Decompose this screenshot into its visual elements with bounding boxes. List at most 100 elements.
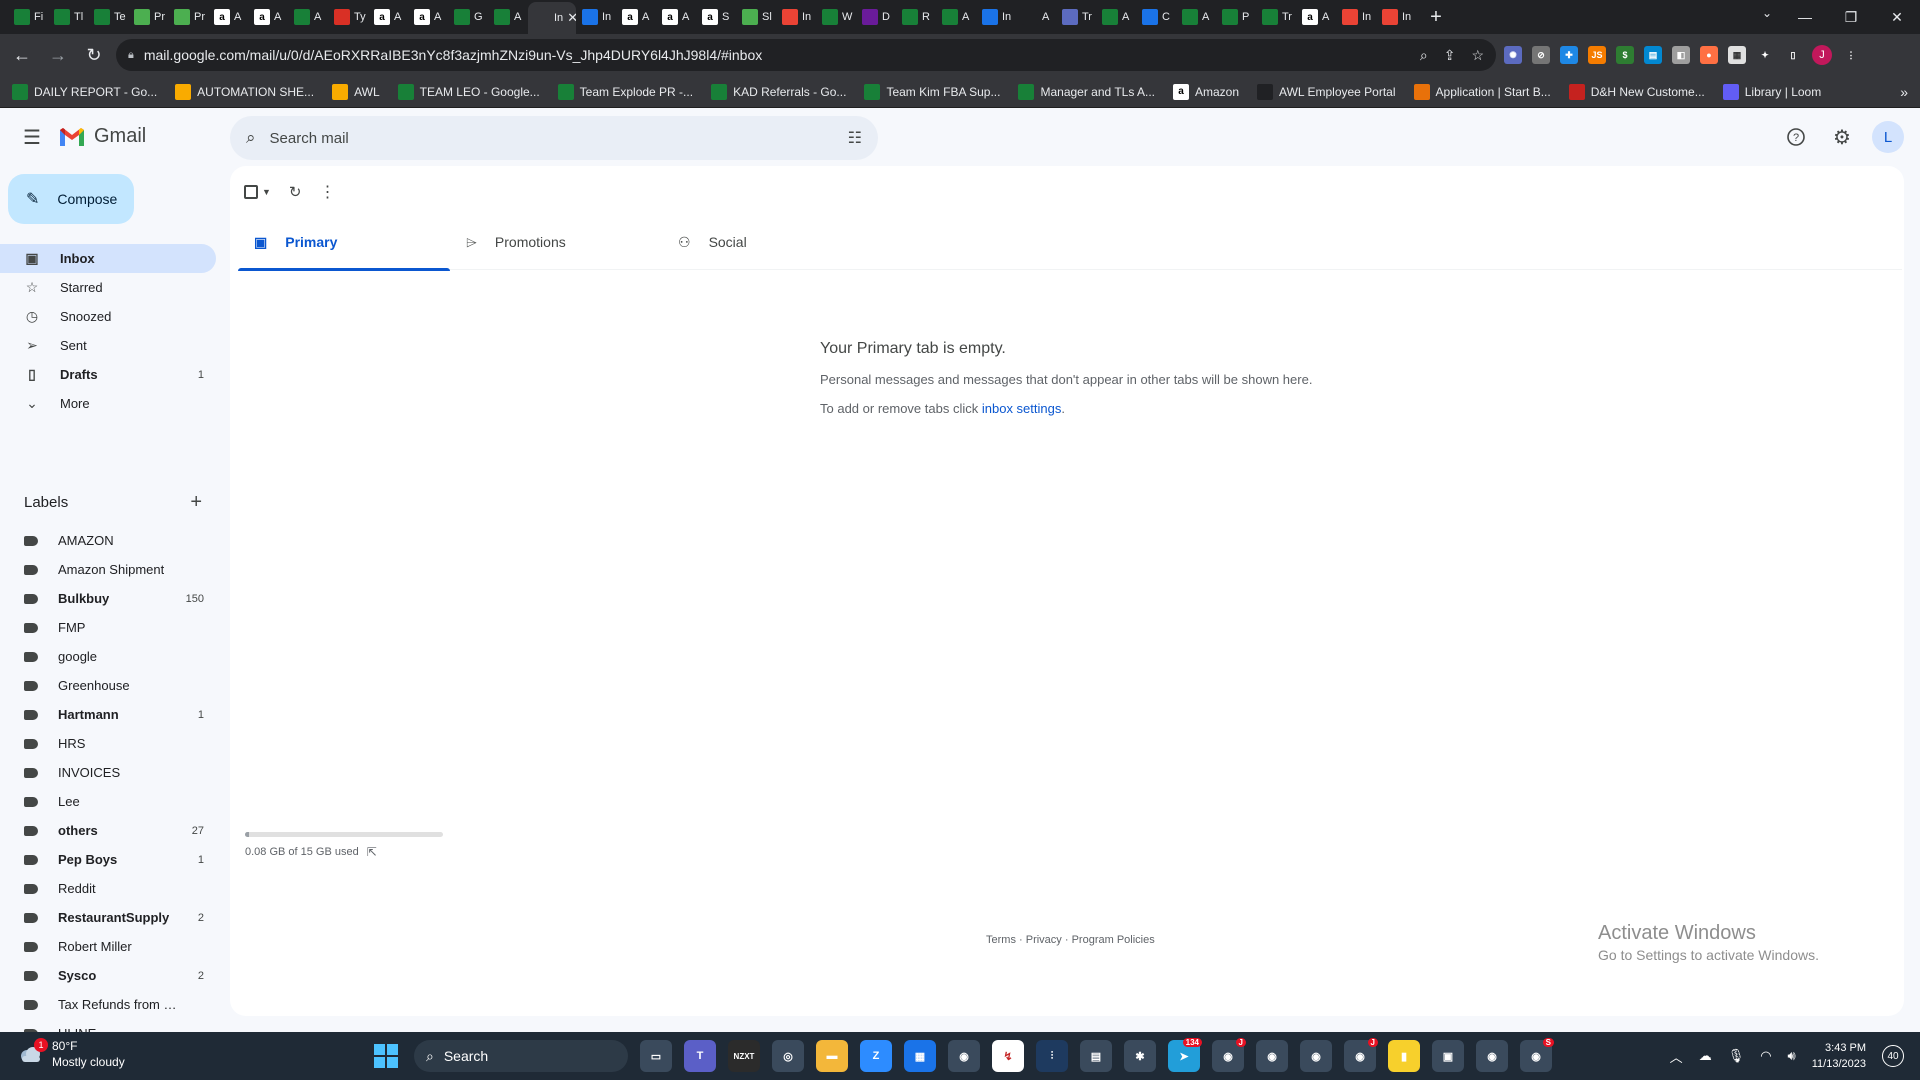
browser-tab[interactable]: R (896, 2, 936, 32)
taskbar-app-chrome-1[interactable]: ◉ J (1212, 1038, 1246, 1072)
bookmark-star-icon[interactable]: ☆ (1471, 47, 1484, 64)
sidebar-item-sent[interactable]: ➢ Sent (0, 331, 216, 360)
close-window-button[interactable]: ✕ (1874, 0, 1920, 34)
browser-tab[interactable]: Tl (48, 2, 88, 32)
terms-link[interactable]: Terms (986, 934, 1016, 946)
label-item[interactable]: Greenhouse (0, 671, 216, 700)
bookmark-item[interactable]: DAILY REPORT - Go... (12, 83, 157, 100)
browser-tab[interactable]: In (576, 2, 616, 32)
onedrive-cloud-icon[interactable]: ☁ (1699, 1048, 1712, 1064)
taskbar-search[interactable]: ⌕ Search (414, 1040, 628, 1072)
taskbar-app-calendar[interactable]: ▦ (904, 1040, 936, 1072)
label-item[interactable]: Bulkbuy 150 (0, 584, 216, 613)
weather-widget[interactable]: 1 80°F Mostly cloudy (16, 1038, 125, 1070)
taskbar-app-app-swirl[interactable]: ◎ (772, 1040, 804, 1072)
extension-icon[interactable]: ◧ (1672, 46, 1690, 64)
tab-social[interactable]: ⚇ Social (662, 214, 874, 270)
label-item[interactable]: Amazon Shipment (0, 555, 216, 584)
label-item[interactable]: HRS (0, 729, 216, 758)
browser-tab[interactable]: Pr (168, 2, 208, 32)
bookmark-item[interactable]: Team Explode PR -... (557, 83, 693, 100)
label-item[interactable]: others 27 (0, 816, 216, 845)
settings-gear-icon[interactable]: ⚙ (1826, 121, 1858, 153)
browser-tab[interactable]: Tr (1256, 2, 1296, 32)
reload-button[interactable]: ↻ (80, 41, 108, 69)
taskbar-app-chrome[interactable]: ◉ (948, 1040, 980, 1072)
taskbar-app-taskview[interactable]: ▭ (640, 1040, 672, 1072)
windows-start-icon[interactable] (374, 1044, 398, 1068)
bookmark-item[interactable]: TEAM LEO - Google... (397, 83, 540, 100)
taskbar-app-teams[interactable]: T (684, 1040, 716, 1072)
sidebar-item-snoozed[interactable]: ◷ Snoozed (0, 302, 216, 331)
browser-tab[interactable]: C (1136, 2, 1176, 32)
taskbar-app-telegram[interactable]: ➤ 134 (1168, 1038, 1202, 1072)
browser-tab[interactable]: A (1016, 2, 1056, 32)
label-item[interactable]: Tax Refunds from Webst... (0, 990, 216, 1019)
extension-icon[interactable]: JS (1588, 46, 1606, 64)
privacy-link[interactable]: Privacy (1026, 934, 1062, 946)
taskbar-app-stocks[interactable]: ↯ (992, 1040, 1024, 1072)
browser-tab[interactable]: Tr (1056, 2, 1096, 32)
sidebar-item-inbox[interactable]: ▣ Inbox (0, 244, 216, 273)
label-item[interactable]: Robert Miller (0, 932, 216, 961)
browser-tab[interactable]: P (1216, 2, 1256, 32)
bookmark-item[interactable]: KAD Referrals - Go... (711, 83, 846, 100)
bookmark-item[interactable]: Library | Loom (1722, 83, 1821, 100)
bookmark-item[interactable]: Manager and TLs A... (1018, 83, 1155, 100)
browser-tab[interactable]: aA (656, 2, 696, 32)
taskbar-app-slack[interactable]: ✱ (1124, 1040, 1156, 1072)
sidebar-item-drafts[interactable]: ▯ Drafts 1 (0, 360, 216, 389)
minimize-button[interactable]: — (1782, 0, 1828, 34)
label-item[interactable]: FMP (0, 613, 216, 642)
address-bar[interactable]: 🔒︎ mail.google.com/mail/u/0/d/AEoRXRRaIB… (116, 39, 1496, 71)
taskbar-app-chrome-4[interactable]: ◉ J (1344, 1038, 1378, 1072)
account-avatar[interactable]: L (1872, 121, 1904, 153)
extension-icon[interactable]: ⊘ (1532, 46, 1550, 64)
extension-icon[interactable]: ✺ (1504, 46, 1522, 64)
browser-tab[interactable]: Sl (736, 2, 776, 32)
taskbar-app-sticky-notes[interactable]: ▮ (1388, 1040, 1420, 1072)
bookmark-item[interactable]: Team Kim FBA Sup... (864, 83, 1000, 100)
extensions-puzzle-icon[interactable]: ✦ (1756, 46, 1774, 64)
browser-tab[interactable]: Pr (128, 2, 168, 32)
browser-tab[interactable]: A (1096, 2, 1136, 32)
label-item[interactable]: INVOICES (0, 758, 216, 787)
chrome-menu-icon[interactable]: ⋮ (1842, 46, 1860, 64)
clock[interactable]: 3:43 PM 11/13/2023 (1812, 1040, 1866, 1072)
browser-tab[interactable]: A (1176, 2, 1216, 32)
taskbar-app-chrome-5[interactable]: ◉ (1476, 1040, 1508, 1072)
browser-tab[interactable]: In (776, 2, 816, 32)
bookmark-item[interactable]: a Amazon (1173, 83, 1239, 100)
bookmarks-overflow-button[interactable]: » (1900, 84, 1908, 100)
browser-tab[interactable]: D (856, 2, 896, 32)
label-item[interactable]: ULINE (0, 1019, 216, 1032)
sidebar-item-more[interactable]: ⌄ More (0, 389, 216, 418)
label-item[interactable]: google (0, 642, 216, 671)
gmail-logo[interactable]: Gmail (58, 125, 146, 148)
zoom-icon[interactable]: ⌕ (1420, 47, 1428, 64)
label-item[interactable]: AMAZON (0, 526, 216, 555)
browser-tab[interactable]: A (936, 2, 976, 32)
browser-tab[interactable]: In (1336, 2, 1376, 32)
volume-icon[interactable]: 🔊︎ (1788, 1048, 1796, 1064)
taskbar-app-explorer[interactable]: ▬ (816, 1040, 848, 1072)
open-external-icon[interactable]: ⇱ (367, 845, 377, 859)
bookmark-item[interactable]: AWL Employee Portal (1257, 83, 1396, 100)
wifi-icon[interactable]: ◠ (1760, 1048, 1771, 1064)
taskbar-app-chrome-6[interactable]: ◉ S (1520, 1038, 1554, 1072)
create-label-button[interactable]: + (190, 491, 202, 514)
extension-icon[interactable]: ▤ (1644, 46, 1662, 64)
browser-tab[interactable]: In (976, 2, 1016, 32)
chrome-profile-avatar[interactable]: J (1812, 45, 1832, 65)
taskbar-app-nzxt[interactable]: NZXT (728, 1040, 760, 1072)
select-checkbox[interactable]: ▼ (244, 185, 271, 199)
tray-overflow-icon[interactable]: ︿ (1670, 1047, 1683, 1066)
search-icon[interactable]: ⌕ (246, 128, 256, 148)
sidebar-item-starred[interactable]: ☆ Starred (0, 273, 216, 302)
microphone-icon[interactable]: 🎙︎ (1728, 1048, 1745, 1064)
taskbar-app-calculator[interactable]: ▤ (1080, 1040, 1112, 1072)
browser-tab[interactable]: aA (1296, 2, 1336, 32)
extension-icon[interactable]: $ (1616, 46, 1634, 64)
browser-tab[interactable]: Te (88, 2, 128, 32)
tab-primary[interactable]: ▣ Primary (238, 214, 450, 271)
